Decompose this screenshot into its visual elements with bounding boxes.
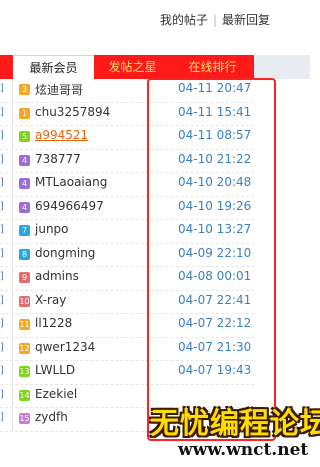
top-links: 我的帖子 | 最新回复 xyxy=(160,11,270,28)
row-stub: ] xyxy=(0,318,4,329)
member-name-link[interactable]: chu3257894 xyxy=(35,105,110,119)
link-separator: | xyxy=(212,13,217,27)
watermark: 无忧编程论坛 www.wnct.net xyxy=(150,400,320,467)
row-stub: ] xyxy=(0,365,4,376)
member-name-link[interactable]: qwer1234 xyxy=(35,340,95,354)
member-name-link[interactable]: zydfh xyxy=(35,410,68,424)
row-divider xyxy=(12,314,13,337)
row-divider xyxy=(12,267,13,290)
row-divider xyxy=(12,337,13,360)
row-stub: ] xyxy=(0,200,4,212)
member-name-link[interactable]: a994521 xyxy=(35,128,88,142)
row-stub: ] xyxy=(0,412,4,423)
watermark-title: 无忧编程论坛 xyxy=(150,406,320,440)
watermark-url: www.wnct.net xyxy=(178,440,309,460)
tab-top-posters[interactable]: 发帖之星 xyxy=(94,55,171,79)
previous-tab-stub[interactable] xyxy=(0,55,13,79)
member-name-link[interactable]: 738777 xyxy=(35,152,81,166)
row-stub: ] xyxy=(0,224,4,235)
row-divider xyxy=(12,243,13,266)
rank-badge-icon: 14 xyxy=(19,389,30,401)
row-divider xyxy=(12,79,13,102)
member-name-link[interactable]: 694966497 xyxy=(35,199,104,213)
rank-badge-icon: 4 xyxy=(19,178,30,189)
member-tabs: 最新会员 发帖之星 在线排行 xyxy=(0,55,310,79)
row-stub: ] xyxy=(0,130,4,141)
rank-badge-icon: 13 xyxy=(19,366,30,377)
tab-online-ranking[interactable]: 在线排行 xyxy=(171,55,254,79)
row-divider xyxy=(12,126,13,149)
rank-badge-icon: 7 xyxy=(19,225,30,236)
member-name-link[interactable]: junpo xyxy=(35,222,69,236)
rank-badge-icon: 15 xyxy=(19,413,30,424)
row-stub: ] xyxy=(0,271,4,282)
rank-badge-icon: 1 xyxy=(19,107,30,119)
row-stub: ] xyxy=(0,106,4,118)
row-stub: ] xyxy=(0,153,4,165)
member-name-link[interactable]: LWLLD xyxy=(35,363,75,377)
member-name-link[interactable]: X-ray xyxy=(35,293,66,307)
rank-badge-icon: 4 xyxy=(19,201,30,213)
row-divider xyxy=(12,408,13,431)
row-divider xyxy=(12,220,13,243)
rank-badge-icon: 4 xyxy=(19,154,30,166)
rank-badge-icon: 8 xyxy=(19,248,30,260)
rank-badge-icon: 9 xyxy=(19,272,30,283)
time-column-highlight xyxy=(147,78,276,441)
row-divider xyxy=(12,102,13,125)
member-name-link[interactable]: MTLaoaiang xyxy=(35,175,107,189)
rank-badge-icon: 11 xyxy=(19,319,30,330)
member-name-link[interactable]: Ezekiel xyxy=(35,387,77,401)
row-stub: ] xyxy=(0,177,4,188)
tab-latest-members[interactable]: 最新会员 xyxy=(13,55,94,79)
row-stub: ] xyxy=(0,341,4,353)
row-divider xyxy=(12,149,13,172)
member-name-link[interactable]: admins xyxy=(35,269,79,283)
rank-badge-icon: 3 xyxy=(19,84,30,95)
rank-badge-icon: 5 xyxy=(19,131,30,142)
row-stub: ] xyxy=(0,83,4,94)
row-divider xyxy=(12,361,13,384)
member-name-link[interactable]: ll1228 xyxy=(35,316,72,330)
latest-replies-link[interactable]: 最新回复 xyxy=(222,13,270,27)
row-stub: ] xyxy=(0,247,4,259)
row-stub: ] xyxy=(0,388,4,400)
row-divider xyxy=(12,290,13,313)
member-name-link[interactable]: dongming xyxy=(35,246,95,260)
row-divider xyxy=(12,173,13,196)
top-bar: 我的帖子 | 最新回复 xyxy=(0,0,310,55)
row-divider xyxy=(12,384,13,407)
my-posts-link[interactable]: 我的帖子 xyxy=(160,13,208,27)
rank-badge-icon: 12 xyxy=(19,342,30,354)
member-name-link[interactable]: 炫迪哥哥 xyxy=(35,81,83,98)
row-stub: ] xyxy=(0,294,4,306)
row-divider xyxy=(12,196,13,219)
rank-badge-icon: 10 xyxy=(19,295,30,307)
